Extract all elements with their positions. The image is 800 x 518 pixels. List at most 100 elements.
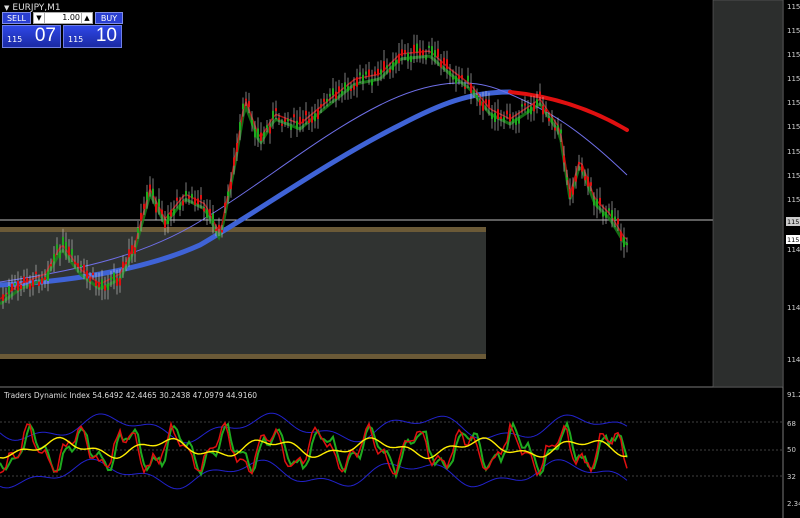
- candle-body: [431, 46, 433, 56]
- candle-body: [608, 208, 610, 211]
- candle-body: [137, 227, 139, 234]
- candle-body: [494, 112, 496, 122]
- candle-body: [545, 108, 547, 112]
- candle-body: [452, 76, 454, 80]
- candle-body: [551, 118, 553, 123]
- candle-body: [299, 116, 301, 125]
- candle-body: [554, 127, 556, 131]
- candle-body: [548, 118, 550, 122]
- candle-body: [122, 261, 124, 268]
- candle-body: [422, 49, 424, 56]
- candle-body: [437, 48, 439, 57]
- candle-body: [53, 253, 55, 262]
- candle-body: [101, 279, 103, 289]
- candle-body: [227, 191, 229, 197]
- candle-body: [461, 75, 463, 79]
- candle-body: [293, 114, 295, 118]
- candle-body: [329, 93, 331, 97]
- candle-body: [152, 188, 154, 196]
- candle-body: [272, 110, 274, 119]
- candle-body: [119, 278, 121, 286]
- candle-body: [614, 216, 616, 220]
- candle-body: [395, 60, 397, 65]
- candle-body: [59, 252, 61, 259]
- candle-body: [473, 90, 475, 93]
- candle-body: [116, 277, 118, 286]
- candle-body: [611, 210, 613, 219]
- candle-body: [407, 53, 409, 62]
- current-price-tag: 115: [786, 217, 800, 226]
- candle-body: [56, 244, 58, 250]
- lot-dropdown-icon[interactable]: ▼: [34, 13, 45, 23]
- candle-body: [194, 197, 196, 205]
- zone-bottom-border: [0, 354, 486, 359]
- candle-body: [62, 236, 64, 246]
- sell-button[interactable]: SELL: [2, 12, 31, 24]
- candle-body: [362, 74, 364, 82]
- candle-body: [47, 271, 49, 281]
- candle-body: [110, 277, 112, 280]
- candle-body: [500, 116, 502, 120]
- candle-body: [464, 86, 466, 89]
- candle-body: [371, 79, 373, 86]
- candle-body: [266, 125, 268, 129]
- candle-body: [221, 229, 223, 233]
- candle-body: [155, 204, 157, 213]
- candle-body: [296, 120, 298, 130]
- candle-body: [176, 197, 178, 201]
- candle-body: [149, 184, 151, 190]
- lot-size-input[interactable]: ▼ 1.00 ▲: [33, 12, 93, 24]
- candle-body: [353, 85, 355, 90]
- candle-body: [44, 276, 46, 280]
- price-chart[interactable]: [0, 0, 800, 518]
- candle-body: [197, 198, 199, 205]
- candle-body: [521, 104, 523, 107]
- price-axis-label: 115: [787, 99, 800, 107]
- candle-body: [185, 191, 187, 196]
- candle-body: [368, 69, 370, 77]
- buy-button[interactable]: BUY: [95, 12, 123, 24]
- candle-body: [386, 65, 388, 69]
- candle-body: [242, 103, 244, 110]
- candle-body: [212, 213, 214, 223]
- candle-body: [77, 263, 79, 268]
- candle-body: [350, 88, 352, 91]
- candle-body: [404, 49, 406, 54]
- candle-body: [17, 280, 19, 291]
- candle-body: [113, 272, 115, 281]
- candle-body: [599, 197, 601, 206]
- candle-body: [209, 208, 211, 216]
- sell-price-button[interactable]: 115 07: [2, 25, 61, 48]
- candle-body: [533, 103, 535, 112]
- candle-body: [35, 271, 37, 275]
- candle-body: [173, 209, 175, 216]
- candle-body: [71, 249, 73, 256]
- zone-top-border: [0, 227, 486, 232]
- candle-body: [314, 113, 316, 122]
- lot-increase-icon[interactable]: ▲: [81, 13, 92, 23]
- candle-body: [305, 110, 307, 116]
- candle-body: [191, 193, 193, 198]
- price-axis-label: 115: [787, 3, 800, 11]
- indicator-axis-label: 91.2: [787, 391, 800, 399]
- candle-body: [524, 103, 526, 106]
- candle-body: [74, 261, 76, 265]
- candle-body: [215, 228, 217, 231]
- candle-body: [497, 109, 499, 120]
- candle-body: [512, 118, 514, 123]
- candle-body: [284, 119, 286, 123]
- price-axis-label: 115: [787, 123, 800, 131]
- candle-body: [41, 278, 43, 284]
- price-axis-label: 115: [787, 172, 800, 180]
- candle-body: [449, 71, 451, 76]
- buy-price-button[interactable]: 115 10: [63, 25, 122, 48]
- candle-body: [398, 53, 400, 64]
- indicator-axis-label: 50: [787, 446, 796, 454]
- supply-demand-zone: [0, 227, 486, 359]
- indicator-axis-label: 2.34: [787, 500, 800, 508]
- candle-body: [410, 55, 412, 62]
- candle-body: [275, 108, 277, 112]
- candle-body: [539, 91, 541, 97]
- candle-body: [179, 204, 181, 210]
- candle-body: [326, 98, 328, 102]
